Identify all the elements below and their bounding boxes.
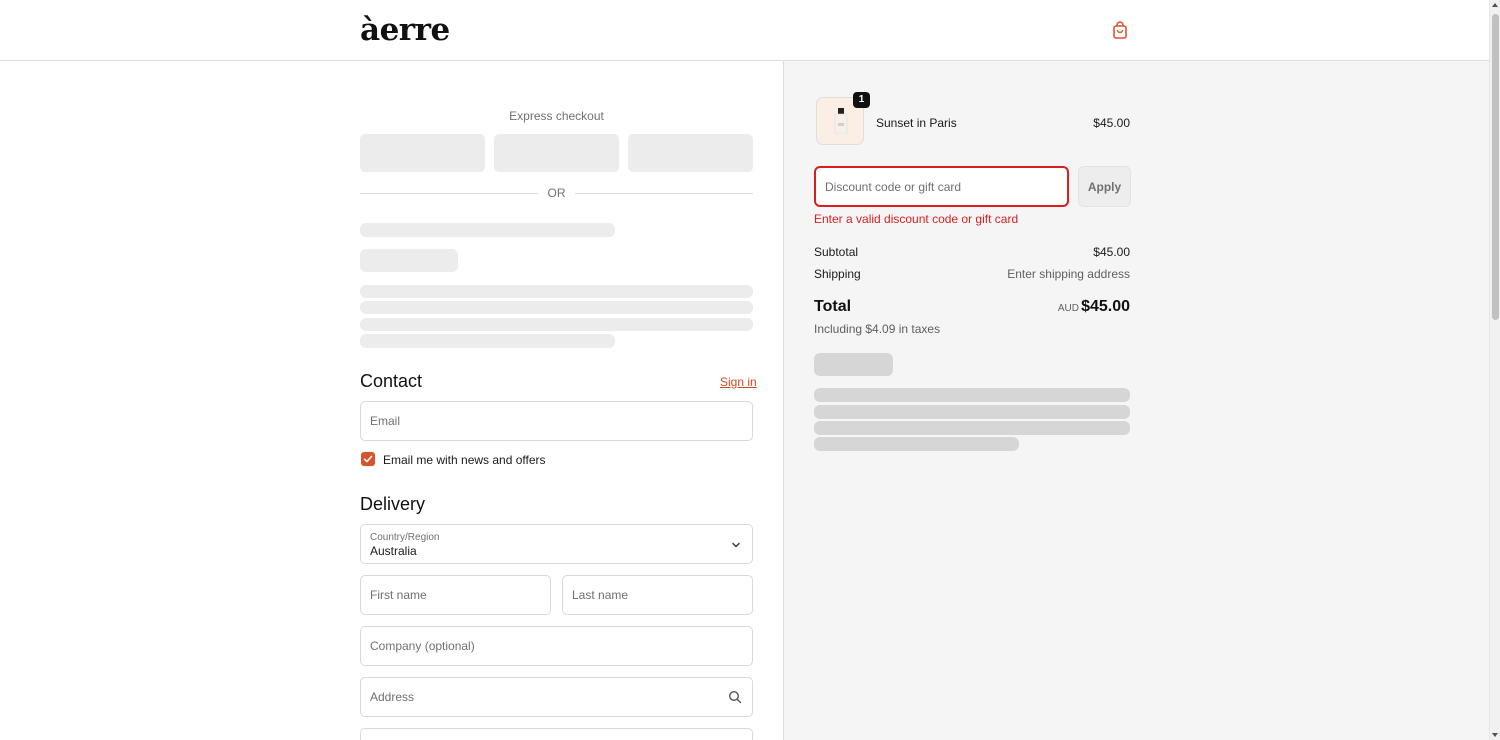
express-pay-button-2[interactable] bbox=[494, 134, 619, 172]
scroll-up-arrow-icon[interactable] bbox=[1492, 3, 1498, 7]
product-name: Sunset in Paris bbox=[876, 116, 957, 130]
loading-placeholder bbox=[360, 285, 753, 298]
brand-logo[interactable]: àerre bbox=[360, 12, 450, 48]
loading-placeholder bbox=[814, 421, 1130, 435]
first-name-input[interactable] bbox=[361, 576, 550, 614]
header: àerre bbox=[0, 0, 1489, 61]
company-field[interactable] bbox=[360, 626, 753, 666]
discount-error-message: Enter a valid discount code or gift card bbox=[814, 212, 1019, 226]
express-pay-button-3[interactable] bbox=[628, 134, 753, 172]
email-field[interactable] bbox=[360, 401, 753, 441]
email-input[interactable] bbox=[361, 402, 752, 440]
scrollbar-thumb[interactable] bbox=[1492, 14, 1499, 320]
first-name-field[interactable] bbox=[360, 575, 551, 615]
last-name-field[interactable] bbox=[562, 575, 753, 615]
loading-placeholder bbox=[814, 388, 1130, 402]
currency-code: AUD bbox=[1057, 303, 1079, 314]
company-input[interactable] bbox=[361, 627, 752, 665]
product-price: $45.00 bbox=[1093, 116, 1130, 130]
perfume-bottle-icon bbox=[834, 108, 848, 134]
total-amount: $45.00 bbox=[1081, 298, 1130, 315]
checkmark-icon bbox=[363, 455, 373, 463]
loading-placeholder bbox=[814, 405, 1130, 419]
shipping-label: Shipping bbox=[814, 267, 861, 281]
scroll-down-arrow-icon[interactable] bbox=[1492, 733, 1498, 737]
address-field[interactable] bbox=[360, 677, 753, 717]
quantity-badge: 1 bbox=[853, 92, 870, 108]
newsletter-label: Email me with news and offers bbox=[383, 453, 546, 467]
delivery-heading: Delivery bbox=[360, 494, 426, 514]
order-summary: 1 Sunset in Paris $45.00 Apply Enter a v… bbox=[783, 61, 1489, 740]
total-label: Total bbox=[814, 298, 852, 315]
shipping-value: Enter shipping address bbox=[1007, 267, 1130, 281]
loading-placeholder bbox=[360, 301, 753, 314]
contact-heading: Contact bbox=[360, 371, 423, 391]
sign-in-link[interactable]: Sign in bbox=[720, 375, 757, 389]
apply-button[interactable]: Apply bbox=[1078, 166, 1131, 207]
subtotal-value: $45.00 bbox=[1093, 245, 1130, 259]
shopping-bag-icon[interactable] bbox=[1111, 21, 1129, 39]
country-value: Australia bbox=[370, 544, 417, 558]
taxes-note: Including $4.09 in taxes bbox=[814, 322, 941, 336]
divider-right bbox=[575, 193, 753, 194]
last-name-input[interactable] bbox=[563, 576, 752, 614]
subtotal-label: Subtotal bbox=[814, 245, 859, 259]
express-pay-button-1[interactable] bbox=[360, 134, 485, 172]
express-checkout-title: Express checkout bbox=[509, 109, 604, 123]
discount-field[interactable] bbox=[814, 166, 1069, 207]
loading-placeholder bbox=[360, 318, 753, 331]
country-label: Country/Region bbox=[370, 532, 440, 543]
loading-placeholder bbox=[814, 437, 1019, 451]
discount-input[interactable] bbox=[816, 168, 1067, 205]
loading-placeholder bbox=[360, 249, 458, 272]
country-select[interactable]: Country/Region Australia bbox=[360, 524, 753, 564]
apartment-field[interactable] bbox=[360, 728, 753, 740]
loading-placeholder bbox=[360, 223, 615, 237]
checkout-form: Express checkout OR Contact Sign in Emai… bbox=[0, 61, 783, 740]
loading-placeholder bbox=[814, 353, 893, 376]
or-separator: OR bbox=[547, 186, 566, 200]
page-scrollbar[interactable] bbox=[1489, 0, 1500, 740]
address-input[interactable] bbox=[361, 678, 752, 716]
loading-placeholder bbox=[360, 334, 615, 348]
chevron-down-icon bbox=[732, 542, 740, 548]
divider-left bbox=[360, 193, 538, 194]
newsletter-checkbox[interactable] bbox=[361, 452, 375, 466]
search-icon bbox=[728, 690, 742, 704]
